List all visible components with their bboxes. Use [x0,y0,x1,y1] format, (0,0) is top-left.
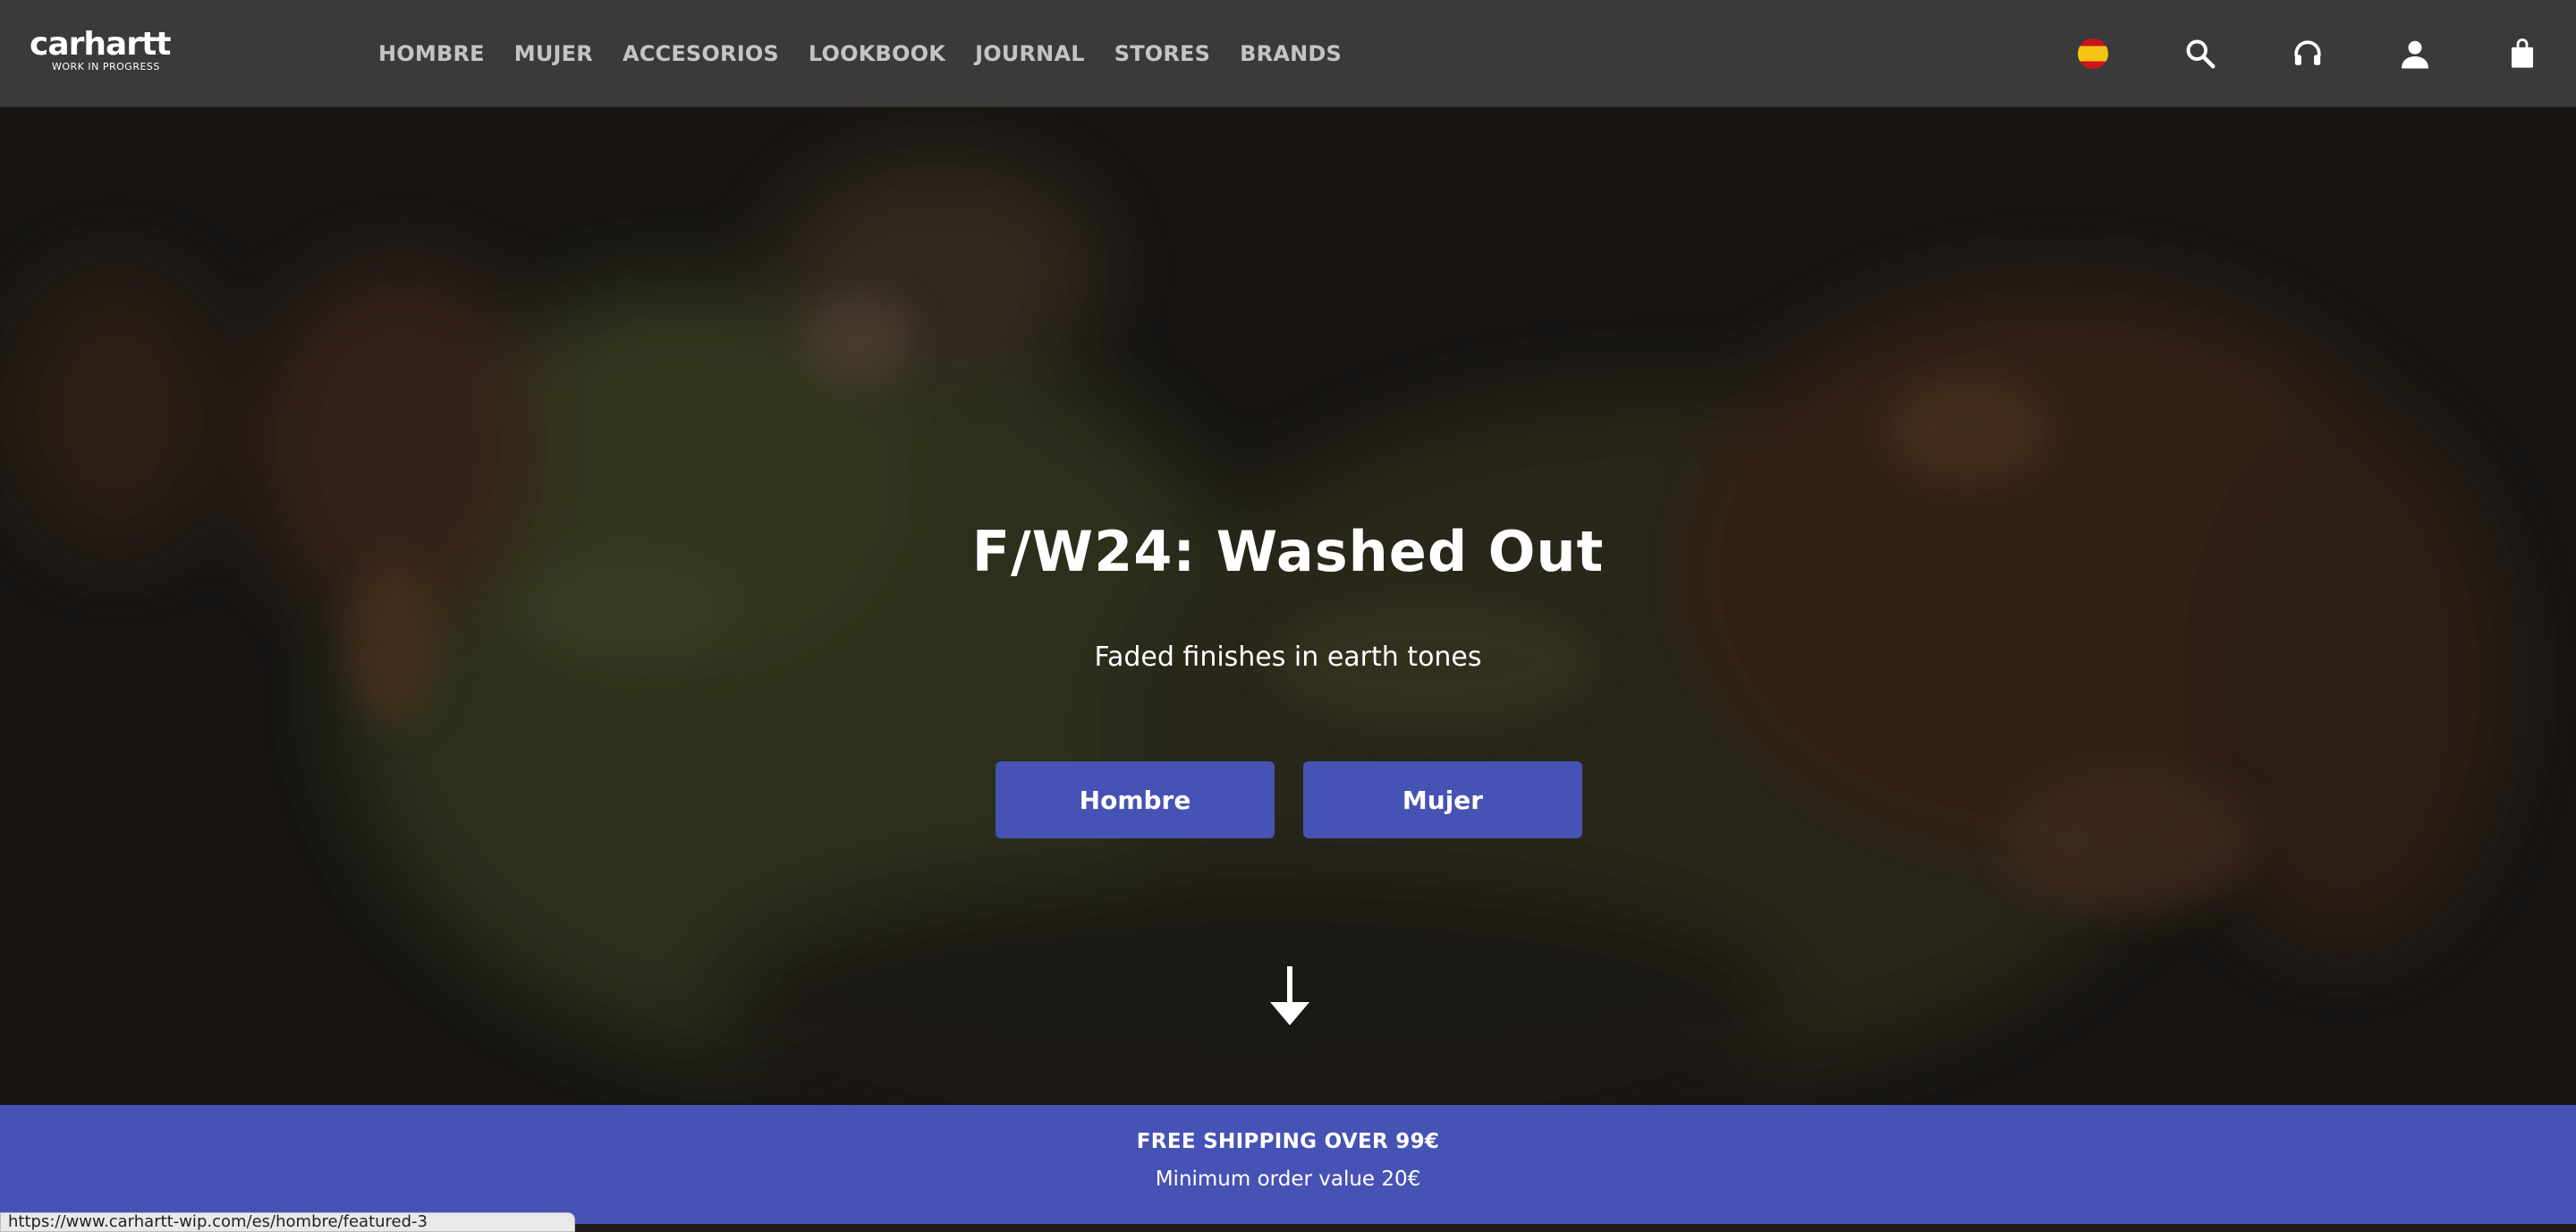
nav-item-mujer[interactable]: MUJER [514,36,593,72]
logo-tagline: WORK IN PROGRESS [52,61,160,72]
shopping-bag-icon [2511,38,2534,68]
carhartt-logo[interactable]: carhartt WORK IN PROGRESS [30,27,191,75]
language-selector[interactable] [2072,32,2114,75]
cart-button[interactable] [2501,32,2544,75]
hombre-button[interactable]: Hombre [996,761,1275,838]
search-icon [2186,39,2216,69]
hero-overlay [0,107,2576,1105]
mujer-button[interactable]: Mujer [1303,761,1582,838]
shipping-banner: FREE SHIPPING OVER 99€ Minimum order val… [0,1105,2576,1224]
nav-item-hombre[interactable]: HOMBRE [378,36,485,72]
spain-flag-icon [2078,38,2108,69]
site-header: carhartt WORK IN PROGRESS HOMBRE MUJER A… [0,0,2576,107]
nav-item-accesorios[interactable]: ACCESORIOS [623,36,779,72]
headphones-icon [2294,40,2321,65]
minimum-order-text: Minimum order value 20€ [1155,1168,1421,1191]
hero-title: F/W24: Washed Out [971,519,1605,584]
search-button[interactable] [2179,32,2222,75]
account-button[interactable] [2394,32,2436,75]
hero-subtitle: Faded finishes in earth tones [1094,641,1482,673]
nav-item-lookbook[interactable]: LOOKBOOK [809,36,945,72]
hero-banner[interactable]: F/W24: Washed Out Faded finishes in eart… [0,107,2576,1105]
user-icon [2402,40,2428,69]
logo-wordmark: carhartt [30,26,171,63]
nav-item-brands[interactable]: BRANDS [1240,36,1342,72]
status-bar-url: https://www.carhartt-wip.com/es/hombre/f… [0,1212,575,1232]
nav-item-journal[interactable]: JOURNAL [975,36,1085,72]
free-shipping-text: FREE SHIPPING OVER 99€ [1136,1130,1440,1153]
nav-item-stores[interactable]: STORES [1114,36,1210,72]
support-button[interactable] [2286,32,2329,75]
main-nav: HOMBRE MUJER ACCESORIOS LOOKBOOK JOURNAL… [378,36,1371,72]
scroll-down-arrow-icon[interactable] [1270,966,1309,1027]
